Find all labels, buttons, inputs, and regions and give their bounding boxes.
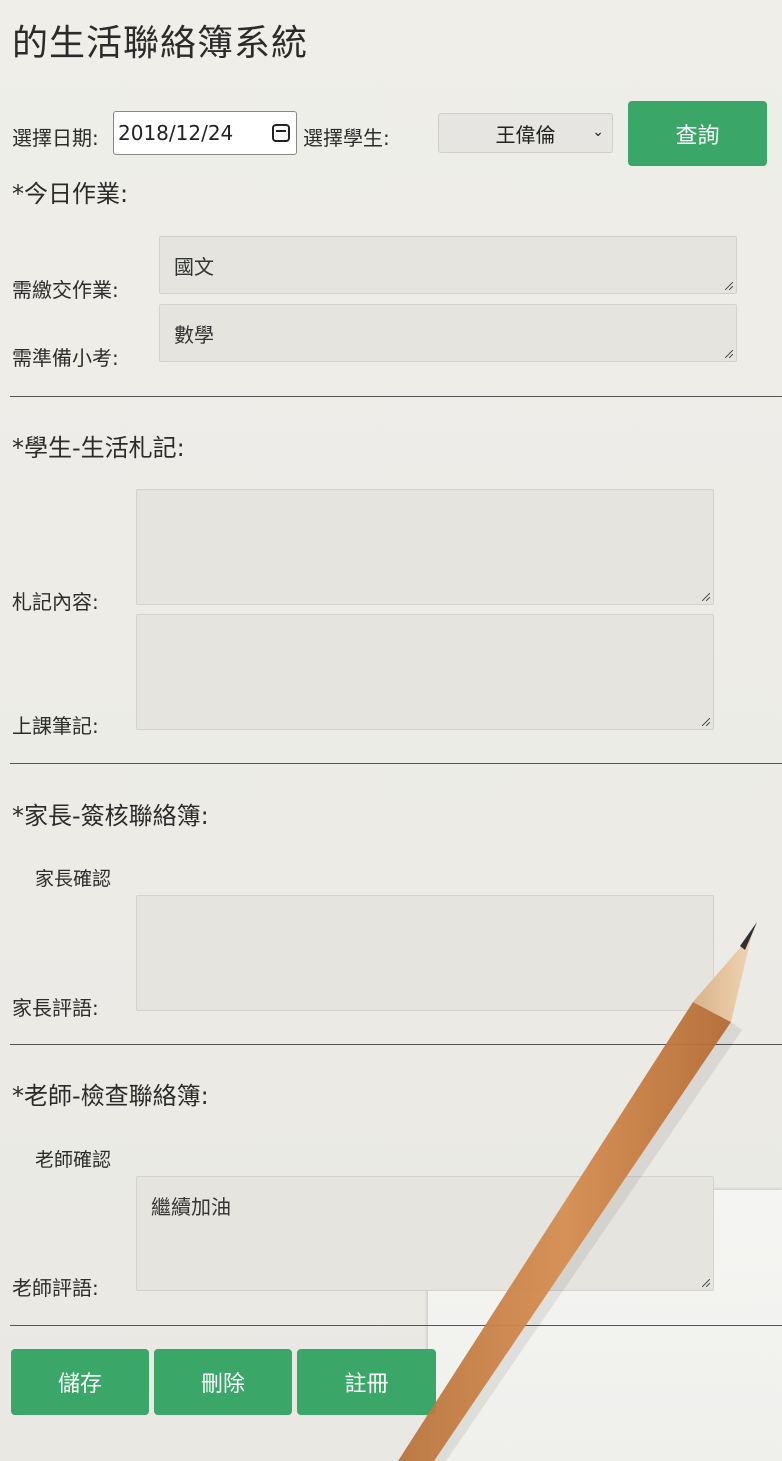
pencil-illustration [398,922,757,1461]
